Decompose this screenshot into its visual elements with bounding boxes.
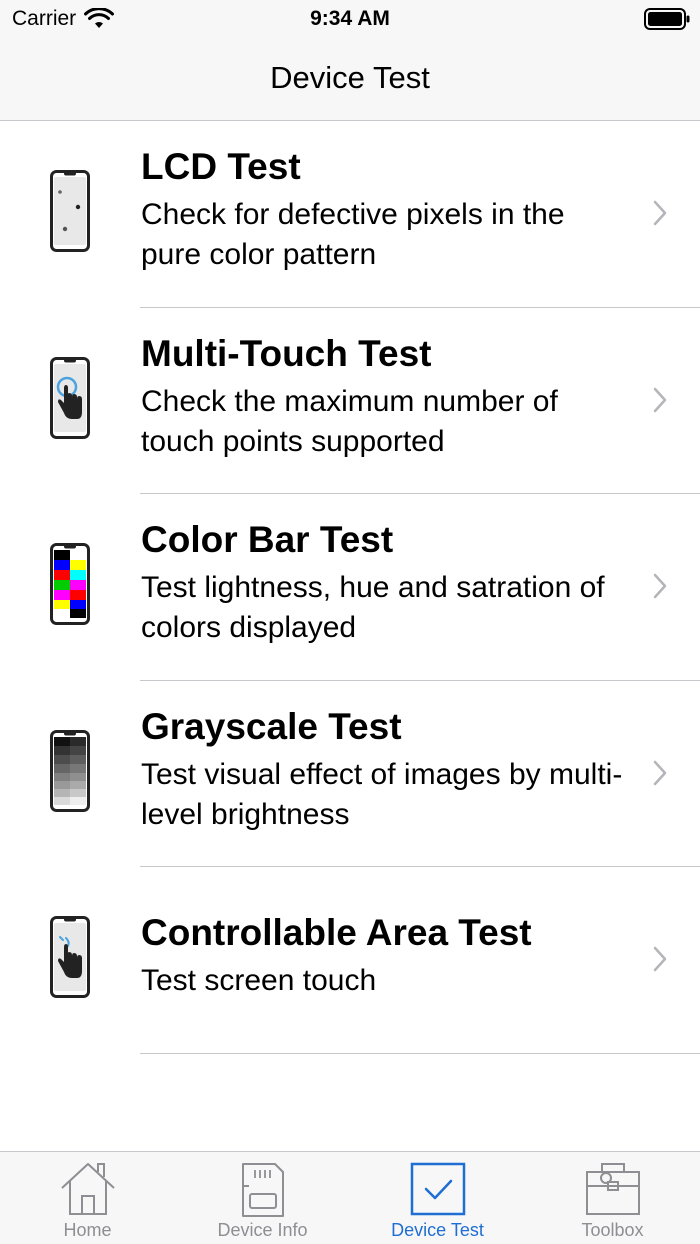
chevron-right-icon xyxy=(653,946,667,972)
row-title: Grayscale Test xyxy=(141,705,402,747)
list-item-grayscale-test[interactable]: Grayscale Test Test visual effect of ima… xyxy=(0,681,700,867)
tab-label: Device Test xyxy=(391,1220,484,1240)
list-item-multi-touch-test[interactable]: Multi-Touch Test Check the maximum numbe… xyxy=(0,308,700,494)
chevron-right-icon xyxy=(653,387,667,412)
tab-device-test[interactable]: Device Test xyxy=(350,1152,525,1244)
battery-icon xyxy=(644,8,690,30)
row-description: Check the maximum number of touch points… xyxy=(141,384,558,458)
checkbox-icon xyxy=(410,1162,465,1216)
phone-dots-icon xyxy=(50,170,90,252)
row-description: Check for defective pixels in the pure c… xyxy=(141,198,565,271)
row-divider xyxy=(140,1052,700,1054)
tab-label: Device Info xyxy=(217,1220,308,1240)
chevron-right-icon xyxy=(653,573,667,599)
row-title: Controllable Area Test xyxy=(141,912,532,953)
row-description: Test lightness, hue and satration of col… xyxy=(141,571,605,644)
status-time: 9:34 AM xyxy=(310,7,390,30)
status-bar: Carrier 9:34 AM xyxy=(0,0,700,40)
page-title: Device Test xyxy=(270,60,430,95)
chevron-right-icon xyxy=(653,200,667,226)
row-title: Multi-Touch Test xyxy=(141,332,432,374)
tab-device-info[interactable]: Device Info xyxy=(175,1152,350,1244)
phone-touch-icon xyxy=(50,356,90,439)
toolbox-icon xyxy=(585,1163,640,1215)
house-icon xyxy=(60,1163,115,1215)
tab-toolbox[interactable]: Toolbox xyxy=(525,1152,700,1244)
row-description: Test screen touch xyxy=(141,964,377,997)
list-item-controllable-area-test[interactable]: Controllable Area Test Test screen touch xyxy=(0,867,700,1054)
phone-tap-icon xyxy=(50,916,90,998)
tab-label: Toolbox xyxy=(581,1220,644,1240)
navigation-bar: Device Test xyxy=(0,40,700,121)
row-description: Test visual effect of images by multi-le… xyxy=(141,757,623,831)
tab-home[interactable]: Home xyxy=(0,1152,175,1244)
list-item-lcd-test[interactable]: LCD Test Check for defective pixels in t… xyxy=(0,121,700,308)
test-list: LCD Test Check for defective pixels in t… xyxy=(0,121,700,1054)
tab-label: Home xyxy=(63,1220,112,1240)
phone-grayscale-icon xyxy=(50,729,90,812)
tab-bar: Home Device Info Device Test Toolbox xyxy=(0,1151,700,1244)
list-item-color-bar-test[interactable]: Color Bar Test Test lightness, hue and s… xyxy=(0,494,700,681)
sd-card-icon xyxy=(241,1163,284,1217)
phone-color-bars-icon xyxy=(50,543,90,625)
row-title: Color Bar Test xyxy=(141,519,394,560)
row-title: LCD Test xyxy=(141,146,301,187)
chevron-right-icon xyxy=(653,760,667,785)
